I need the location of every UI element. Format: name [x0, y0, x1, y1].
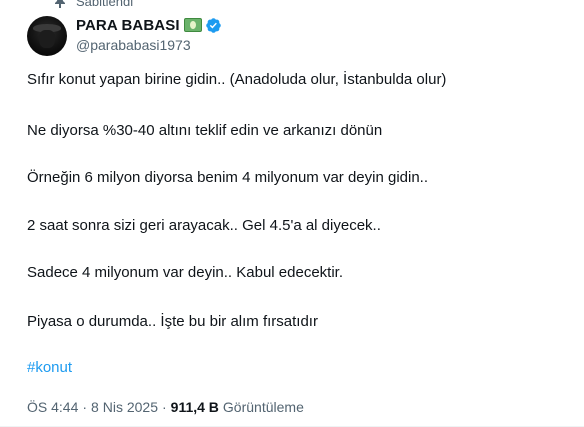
tweet-time[interactable]: ÖS 4:44 — [27, 398, 78, 416]
tweet-date[interactable]: 8 Nis 2025 — [91, 398, 158, 416]
author-display-name[interactable]: PARA BABASI — [76, 17, 180, 34]
pin-icon — [55, 0, 65, 8]
tweet-text-line: Örneğin 6 milyon diyorsa benim 4 milyonu… — [27, 169, 429, 186]
tweet-text-line: Piyasa o durumda.. İşte bu bir alım fırs… — [27, 313, 318, 330]
author-name-row: PARA BABASI — [76, 15, 222, 35]
tweet-text-line: Ne diyorsa %30-40 altını teklif edin ve … — [27, 122, 383, 139]
avatar[interactable] — [27, 16, 67, 56]
pinned-label: Sabitlendi — [76, 0, 134, 9]
tweet-text-line: Sıfır konut yapan birine gidin.. (Anadol… — [27, 71, 447, 88]
tweet-card: Sabitlendi PARA BABASI @parababasi1973 S… — [0, 0, 584, 427]
verified-badge-icon[interactable] — [205, 17, 222, 34]
hashtag-link[interactable]: #konut — [27, 358, 72, 378]
money-emoji-icon — [183, 18, 202, 32]
meta-separator: · — [82, 399, 88, 415]
author-handle[interactable]: @parababasi1973 — [76, 37, 191, 53]
meta-separator: · — [161, 399, 167, 415]
tweet-text-line: 2 saat sonra sizi geri arayacak.. Gel 4.… — [27, 217, 381, 234]
tweet-meta: ÖS 4:44 · 8 Nis 2025 · 911,4 B Görüntüle… — [27, 398, 304, 416]
views-label: Görüntüleme — [222, 399, 304, 415]
tweet-text-line: Sadece 4 milyonum var deyin.. Kabul edec… — [27, 264, 344, 281]
views-count: 911,4 B — [170, 399, 219, 415]
pinned-indicator: Sabitlendi — [54, 0, 134, 9]
